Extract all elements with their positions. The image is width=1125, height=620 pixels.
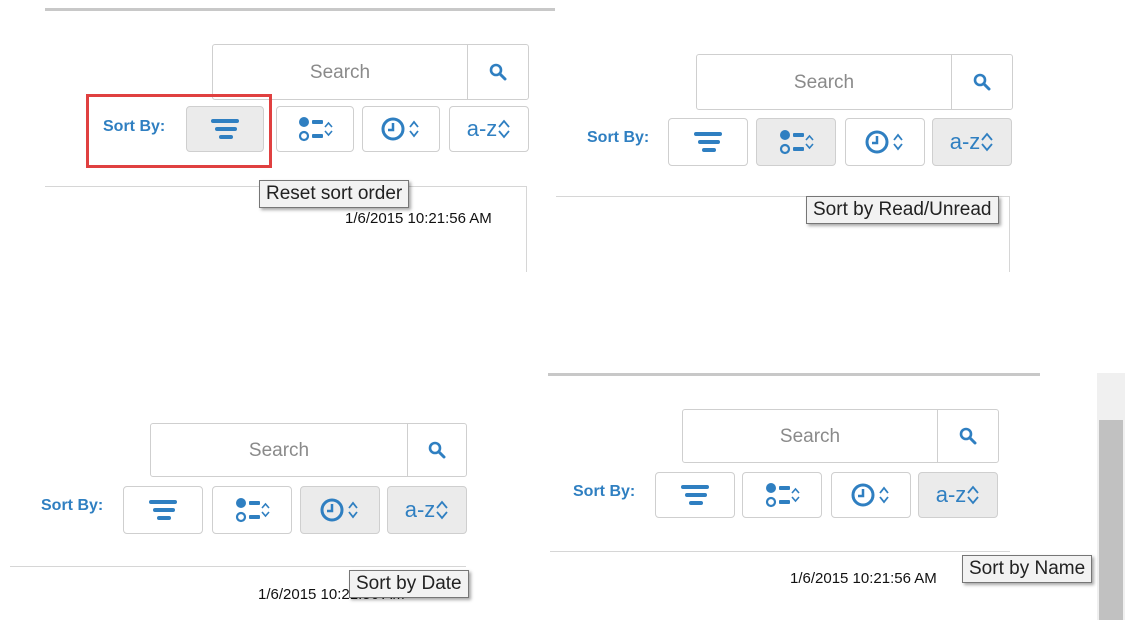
name-sort-label: a-z — [466, 116, 498, 141]
search-icon — [428, 441, 446, 459]
scrollbar-track[interactable] — [1097, 373, 1125, 620]
sort-arrows-icon — [497, 117, 511, 141]
search-icon — [959, 427, 977, 445]
scrollbar-thumb[interactable] — [1099, 420, 1123, 620]
clock-icon — [864, 128, 906, 156]
reset-sort-icon — [147, 498, 179, 522]
clock-icon — [850, 481, 892, 509]
sort-date-button[interactable] — [845, 118, 925, 166]
name-sort-label: a-z — [935, 482, 967, 507]
sort-arrows-icon — [435, 498, 449, 522]
sort-read-unread-button[interactable] — [212, 486, 292, 534]
tooltip: Sort by Name — [962, 555, 1093, 583]
search-placeholder: Search — [309, 61, 371, 83]
sort-arrows-icon — [966, 483, 980, 507]
clock-icon — [380, 115, 422, 143]
list-divider — [10, 566, 466, 567]
name-sort-label: a-z — [949, 129, 981, 154]
sort-date-button[interactable] — [831, 472, 911, 518]
reset-sort-button[interactable] — [655, 472, 735, 518]
sort-read-unread-button[interactable] — [742, 472, 822, 518]
search-button[interactable] — [407, 423, 467, 477]
reset-sort-icon — [679, 483, 711, 507]
search-button[interactable] — [467, 44, 529, 100]
search-icon — [973, 73, 991, 91]
name-sort-label: a-z — [404, 497, 436, 522]
message-timestamp: 1/6/2015 10:21:56 AM — [345, 210, 492, 227]
search-placeholder: Search — [793, 71, 855, 93]
list-divider — [550, 551, 1010, 552]
sort-name-button[interactable]: a-z — [387, 486, 467, 534]
search-input[interactable]: Search — [212, 44, 468, 100]
read-unread-icon — [234, 495, 270, 525]
sort-name-button[interactable]: a-z — [449, 106, 529, 152]
sort-read-unread-button[interactable] — [756, 118, 836, 166]
sort-by-label: Sort By: — [573, 483, 636, 500]
search-input[interactable]: Search — [682, 409, 938, 463]
search-icon — [489, 63, 507, 81]
sort-date-button[interactable] — [362, 106, 440, 152]
reset-sort-icon — [692, 130, 724, 154]
reset-sort-button[interactable] — [668, 118, 748, 166]
read-unread-icon — [764, 480, 800, 510]
read-unread-icon — [297, 114, 333, 144]
tooltip: Sort by Date — [349, 570, 469, 598]
search-placeholder: Search — [248, 439, 310, 461]
top-divider-line — [45, 8, 555, 11]
reset-sort-button[interactable] — [123, 486, 203, 534]
sort-name-button[interactable]: a-z — [918, 472, 998, 518]
sort-read-unread-button[interactable] — [276, 106, 354, 152]
list-border — [1009, 196, 1010, 272]
search-placeholder: Search — [779, 425, 841, 447]
sort-arrows-icon — [980, 130, 994, 154]
message-timestamp: 1/6/2015 10:21:56 AM — [790, 570, 937, 587]
search-input[interactable]: Search — [696, 54, 952, 110]
clock-icon — [319, 496, 361, 524]
search-button[interactable] — [951, 54, 1013, 110]
search-input[interactable]: Search — [150, 423, 408, 477]
tooltip: Sort by Read/Unread — [806, 196, 999, 224]
read-unread-icon — [778, 127, 814, 157]
sort-by-label: Sort By: — [587, 129, 650, 146]
tooltip: Reset sort order — [259, 180, 410, 208]
divider-line-panel-4 — [548, 373, 1040, 376]
highlight-box — [86, 94, 272, 168]
search-button[interactable] — [937, 409, 999, 463]
sort-name-button[interactable]: a-z — [932, 118, 1012, 166]
list-border — [526, 186, 527, 272]
sort-date-button[interactable] — [300, 486, 380, 534]
sort-by-label: Sort By: — [41, 497, 104, 514]
